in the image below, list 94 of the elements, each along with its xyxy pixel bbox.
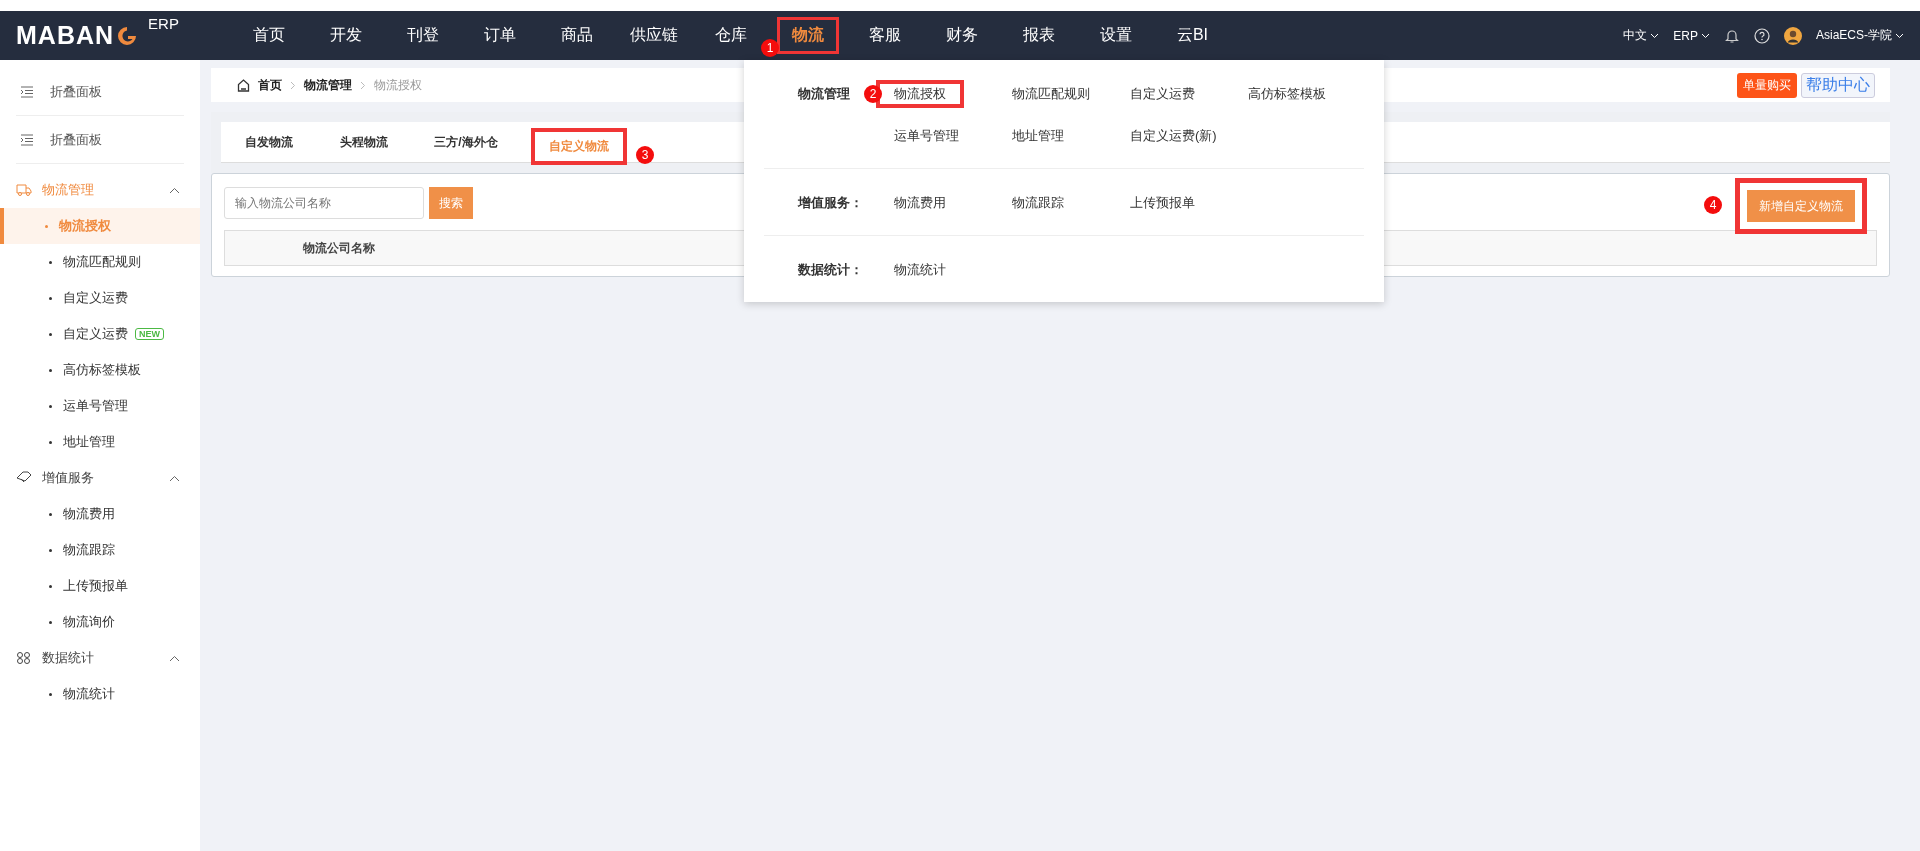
chevron-icon: [290, 80, 296, 90]
item-label: 自定义运费: [63, 325, 128, 343]
menu-item[interactable]: 运单号管理: [876, 122, 977, 150]
sidebar-item[interactable]: 物流匹配规则: [0, 244, 200, 280]
group-label: 物流管理: [42, 181, 94, 199]
sidebar-item[interactable]: 上传预报单: [0, 568, 200, 604]
sidebar-item[interactable]: 物流跟踪: [0, 532, 200, 568]
nav-tab[interactable]: 仓库: [704, 17, 757, 54]
grid-icon: [16, 651, 32, 665]
menu-section-label: 物流管理: [798, 86, 850, 101]
nav-tab[interactable]: 设置: [1089, 17, 1142, 54]
collapse-label: 折叠面板: [50, 130, 102, 149]
collapse-label: 折叠面板: [50, 82, 102, 101]
item-label: 自定义运费: [63, 289, 128, 307]
menu-item[interactable]: 上传预报单: [1112, 189, 1213, 217]
tab[interactable]: 头程物流: [339, 133, 388, 151]
item-label: 物流匹配规则: [63, 253, 141, 271]
chevron-icon: [169, 654, 180, 662]
column-header: 物流公司名称: [303, 239, 375, 257]
help-center-button[interactable]: 帮助中心: [1801, 72, 1875, 98]
tag-icon: [16, 471, 32, 485]
menu-item[interactable]: 物流授权: [876, 80, 964, 108]
group-label: 数据统计: [42, 649, 94, 667]
nav-tab[interactable]: 供应链: [619, 17, 688, 54]
menu-item[interactable]: 物流跟踪: [994, 189, 1082, 217]
collapse-panel-item[interactable]: 折叠面板: [16, 68, 184, 116]
group-label: 增值服务: [42, 469, 94, 487]
nav-tab[interactable]: 财务: [935, 17, 988, 54]
nav-tab[interactable]: 报表: [1012, 17, 1065, 54]
menu-item[interactable]: 物流统计: [876, 256, 964, 284]
tab[interactable]: 自发物流: [244, 133, 293, 151]
nav-tab[interactable]: 商品: [550, 17, 603, 54]
nav-tab[interactable]: 客服: [858, 17, 911, 54]
system-dropdown[interactable]: ERP: [1673, 28, 1710, 43]
user-dropdown[interactable]: AsiaECS-学院: [1816, 27, 1904, 44]
menu-item[interactable]: 自定义运费(新): [1112, 122, 1235, 150]
nav-tab[interactable]: 首页: [242, 17, 295, 54]
item-label: 地址管理: [63, 433, 115, 451]
chevron-icon: [360, 80, 366, 90]
item-label: 物流跟踪: [63, 541, 115, 559]
nav-tab[interactable]: 云BI: [1166, 17, 1219, 54]
breadcrumb-link[interactable]: 首页: [258, 76, 282, 94]
new-badge: NEW: [135, 328, 164, 340]
menu-item[interactable]: 物流匹配规则: [994, 80, 1108, 108]
sidebar-item[interactable]: 运单号管理: [0, 388, 200, 424]
nav-tab[interactable]: 开发: [319, 17, 372, 54]
help-icon[interactable]: [1754, 27, 1770, 44]
sidebar-item[interactable]: 物流费用: [0, 496, 200, 532]
callout-badge: 1: [761, 39, 779, 57]
language-dropdown[interactable]: 中文: [1623, 27, 1660, 44]
menu-section-label: 增值服务：: [798, 195, 863, 210]
item-label: 运单号管理: [63, 397, 128, 415]
collapse-panel-item[interactable]: 折叠面板: [16, 116, 184, 164]
sidebar-item[interactable]: 物流统计: [0, 676, 200, 712]
chevron-icon: [1650, 32, 1660, 39]
item-label: 物流授权: [59, 217, 111, 235]
bell-icon[interactable]: [1724, 27, 1740, 44]
logo-icon: [116, 24, 139, 47]
chevron-icon: [169, 186, 180, 194]
item-label: 物流询价: [63, 613, 115, 631]
avatar-icon[interactable]: [1784, 26, 1802, 45]
chevron-icon: [169, 474, 180, 482]
search-field[interactable]: 输入物流公司名称: [224, 187, 424, 219]
sidebar-item[interactable]: 地址管理: [0, 424, 200, 460]
item-label: 上传预报单: [63, 577, 128, 595]
chevron-icon: [1895, 32, 1904, 39]
logo-suffix: ERP: [148, 15, 179, 32]
sidebar-group[interactable]: 数据统计: [0, 640, 200, 676]
nav-tab[interactable]: 订单: [473, 17, 526, 54]
sidebar-item[interactable]: 高仿标签模板: [0, 352, 200, 388]
callout-badge: 4: [1704, 196, 1722, 214]
item-label: 物流费用: [63, 505, 115, 523]
item-label: 高仿标签模板: [63, 361, 141, 379]
truck-icon: [16, 183, 32, 197]
breadcrumb-link[interactable]: 物流管理: [304, 76, 352, 94]
collapse-icon: [20, 85, 34, 98]
sidebar-item[interactable]: 自定义运费 NEW: [0, 316, 200, 352]
menu-item[interactable]: 自定义运费: [1112, 80, 1213, 108]
callout-badge: 2: [864, 85, 882, 103]
callout-badge: 3: [636, 146, 654, 164]
item-label: 物流统计: [63, 685, 115, 703]
menu-section-label: 数据统计：: [798, 262, 863, 277]
nav-tab[interactable]: 刊登: [396, 17, 449, 54]
menu-item[interactable]: 物流费用: [876, 189, 964, 217]
chevron-icon: [1701, 32, 1710, 39]
sidebar-group[interactable]: 增值服务: [0, 460, 200, 496]
home-icon[interactable]: [237, 78, 250, 92]
sidebar-item[interactable]: 自定义运费: [0, 280, 200, 316]
sidebar-item[interactable]: 物流询价: [0, 604, 200, 640]
logo-text: MABAN: [16, 21, 115, 50]
collapse-icon: [20, 133, 34, 146]
menu-item[interactable]: 高仿标签模板: [1230, 80, 1344, 108]
tab[interactable]: 三方/海外仓: [434, 133, 498, 151]
menu-item[interactable]: 地址管理: [994, 122, 1082, 150]
